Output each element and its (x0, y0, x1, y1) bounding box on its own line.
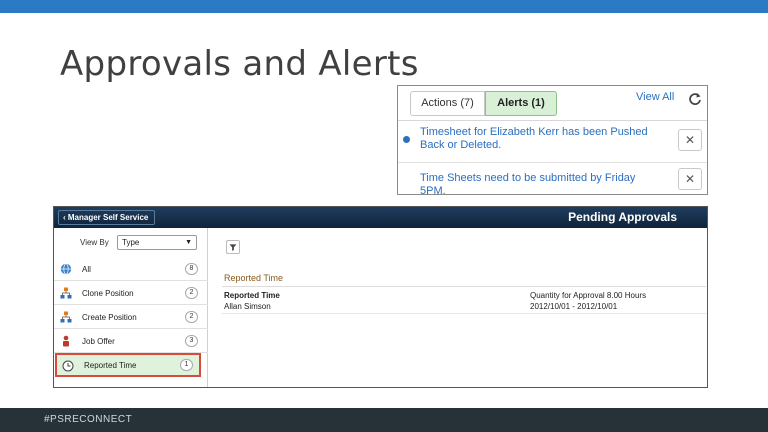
clock-icon (62, 360, 74, 372)
tab-actions[interactable]: Actions (7) (410, 91, 485, 116)
unread-dot-icon (403, 136, 410, 143)
alerts-panel-header: Actions (7) Alerts (1) View All (398, 86, 707, 121)
slide: Approvals and Alerts Actions (7) Alerts … (0, 0, 768, 432)
slide-title: Approvals and Alerts (60, 44, 419, 84)
approval-row-quantity: Quantity for Approval 8.00 Hours (530, 291, 647, 300)
tab-alerts[interactable]: Alerts (1) (485, 91, 557, 116)
count-badge: 8 (185, 263, 198, 275)
footer-bar: #PSRECONNECT (0, 408, 768, 432)
category-create-position[interactable]: Create Position 2 (54, 305, 208, 329)
alert-item[interactable]: Timesheet for Elizabeth Kerr has been Pu… (398, 121, 707, 163)
view-by-select[interactable]: Type ▼ (117, 235, 197, 250)
count-badge: 1 (180, 359, 193, 371)
person-icon (63, 335, 69, 347)
top-accent-bar (0, 0, 768, 13)
dismiss-alert-button[interactable]: ✕ (678, 129, 702, 151)
approvals-header: ‹ Manager Self Service Pending Approvals (54, 207, 707, 228)
footer-hashtag: #PSRECONNECT (44, 414, 133, 425)
org-chart-icon (60, 311, 72, 323)
approval-row-title[interactable]: Reported Time (224, 291, 280, 300)
category-label: Clone Position (82, 289, 134, 298)
filter-icon[interactable] (226, 240, 240, 254)
refresh-icon[interactable] (688, 92, 702, 106)
org-chart-icon (60, 287, 72, 299)
category-label: Create Position (82, 313, 137, 322)
category-label: Job Offer (82, 337, 115, 346)
alerts-panel: Actions (7) Alerts (1) View All Timeshee… (397, 85, 708, 198)
view-all-link[interactable]: View All (636, 91, 674, 103)
divider (222, 313, 706, 314)
view-by-label: View By (80, 238, 109, 247)
count-badge: 2 (185, 287, 198, 299)
manager-self-service-back-button[interactable]: ‹ Manager Self Service (58, 210, 156, 225)
category-clone-position[interactable]: Clone Position 2 (54, 281, 208, 305)
approvals-title: Pending Approvals (568, 210, 677, 224)
category-label: Reported Time (84, 361, 137, 370)
pending-approvals-panel: ‹ Manager Self Service Pending Approvals… (53, 206, 708, 388)
dropdown-arrow-icon: ▼ (185, 239, 192, 246)
category-job-offer[interactable]: Job Offer 3 (54, 329, 208, 353)
back-button-label: Manager Self Service (67, 213, 149, 222)
alert-item[interactable]: Time Sheets need to be submitted by Frid… (398, 163, 707, 198)
alert-text[interactable]: Time Sheets need to be submitted by Frid… (420, 172, 655, 198)
dismiss-alert-button[interactable]: ✕ (678, 168, 702, 190)
approval-row-name: Allan Simson (224, 302, 271, 311)
divider (222, 286, 706, 287)
alert-text[interactable]: Timesheet for Elizabeth Kerr has been Pu… (420, 126, 655, 152)
count-badge: 3 (185, 335, 198, 347)
category-all[interactable]: All 8 (54, 257, 208, 281)
count-badge: 2 (185, 311, 198, 323)
category-sidebar: View By Type ▼ All 8 Clone Position 2 Cr… (54, 228, 208, 387)
globe-icon (60, 263, 72, 275)
category-reported-time[interactable]: Reported Time 1 (55, 353, 201, 377)
section-heading: Reported Time (224, 273, 284, 283)
approval-row-dates: 2012/10/01 - 2012/10/01 (530, 302, 618, 311)
view-by-value: Type (122, 238, 140, 247)
category-label: All (82, 265, 91, 274)
